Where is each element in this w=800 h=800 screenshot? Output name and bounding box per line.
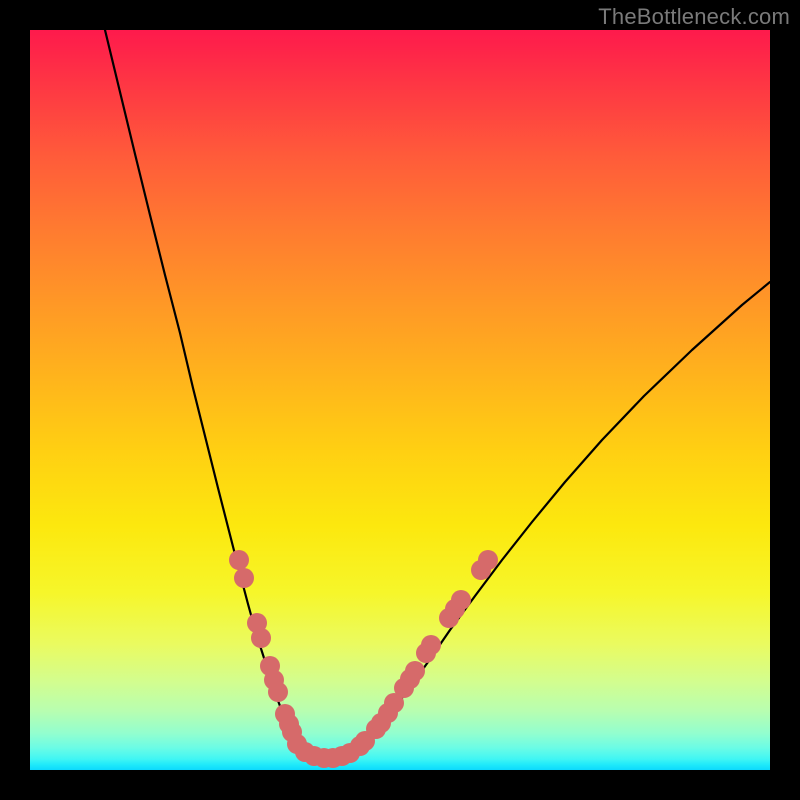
data-point xyxy=(268,682,288,702)
data-point xyxy=(234,568,254,588)
data-point xyxy=(451,590,471,610)
chart-svg xyxy=(30,30,770,770)
data-point xyxy=(405,661,425,681)
plot-area xyxy=(30,30,770,770)
watermark-text: TheBottleneck.com xyxy=(598,4,790,30)
data-point xyxy=(229,550,249,570)
data-point xyxy=(421,635,441,655)
series-left-curve xyxy=(105,30,300,751)
dot-group xyxy=(229,550,498,768)
data-point xyxy=(251,628,271,648)
chart-frame: TheBottleneck.com xyxy=(0,0,800,800)
data-point xyxy=(478,550,498,570)
